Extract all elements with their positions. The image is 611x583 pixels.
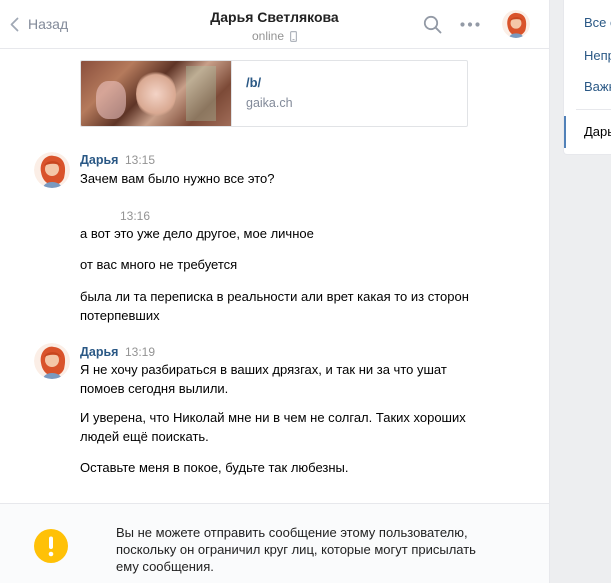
message-time[interactable]: 13:16 — [120, 209, 150, 223]
chat-header: Назад Дарья Светлякова online — [0, 0, 549, 49]
header-avatar[interactable] — [502, 10, 530, 38]
message-time[interactable]: 13:19 — [125, 345, 155, 359]
link-attachment[interactable]: /b/ gaika.ch — [80, 60, 468, 127]
attachment-domain: gaika.ch — [246, 96, 293, 110]
message-time[interactable]: 13:15 — [125, 153, 155, 167]
attachment-thumbnail[interactable] — [81, 61, 231, 126]
active-indicator — [564, 116, 566, 148]
more-icon[interactable] — [460, 22, 480, 27]
message-text: И уверена, что Николай мне ни в чем не с… — [80, 410, 466, 444]
chevron-left-icon — [10, 17, 19, 31]
menu-item-all[interactable]: Все с — [584, 15, 611, 30]
search-icon[interactable] — [423, 15, 442, 34]
message-text: Оставьте меня в покое, будьте так любезн… — [80, 460, 349, 475]
avatar-image — [34, 152, 70, 188]
avatar[interactable] — [34, 343, 70, 379]
contact-status: online — [251, 29, 298, 43]
restriction-text: Вы не можете отправить сообщение этому п… — [116, 525, 476, 574]
warning-icon — [34, 529, 68, 563]
avatar[interactable] — [34, 152, 70, 188]
menu-item-unread[interactable]: Непр — [584, 48, 611, 63]
message-text: Я не хочу разбираться в ваших дрязгах, и… — [80, 362, 447, 396]
chat-panel: Назад Дарья Светлякова online /b/ gaika.… — [0, 0, 550, 583]
message-text: Зачем вам было нужно все это? — [80, 171, 275, 186]
mobile-icon — [290, 30, 298, 42]
message-author[interactable]: Дарья — [80, 153, 118, 167]
back-label: Назад — [28, 16, 69, 32]
menu-item-important[interactable]: Важн — [584, 79, 611, 94]
menu-item-current-chat[interactable]: Дарь — [584, 124, 611, 139]
message-author[interactable]: Дарья — [80, 345, 118, 359]
status-text: online — [251, 29, 285, 43]
avatar-image — [502, 10, 530, 38]
back-button[interactable]: Назад — [10, 14, 68, 34]
message-text: от вас много не требуется — [80, 257, 238, 272]
conversation-filter-menu: Все с Непр Важн Дарь — [563, 0, 611, 155]
message-text: а вот это уже дело другое, мое личное — [80, 226, 314, 241]
attachment-title[interactable]: /b/ — [246, 75, 261, 90]
menu-divider — [576, 109, 611, 110]
message-text: была ли та переписка в реальности али вр… — [80, 289, 469, 323]
avatar-image — [34, 343, 70, 379]
restriction-notice: Вы не можете отправить сообщение этому п… — [0, 503, 549, 583]
